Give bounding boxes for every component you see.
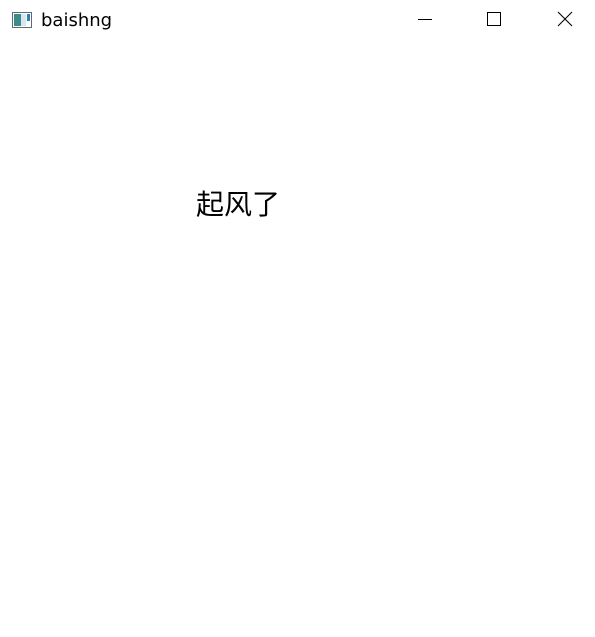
maximize-button[interactable] bbox=[471, 0, 517, 42]
close-button[interactable] bbox=[542, 0, 588, 42]
window-title: baishng bbox=[41, 10, 113, 31]
app-window-icon bbox=[12, 12, 32, 28]
client-area: 起风了 bbox=[0, 42, 595, 637]
content-label: 起风了 bbox=[196, 188, 281, 221]
close-icon bbox=[557, 11, 573, 31]
app-window: baishng 起风了 bbox=[0, 0, 595, 637]
maximize-icon bbox=[486, 11, 502, 31]
title-bar[interactable]: baishng bbox=[0, 0, 595, 42]
minimize-icon bbox=[417, 11, 433, 31]
minimize-button[interactable] bbox=[402, 0, 448, 42]
